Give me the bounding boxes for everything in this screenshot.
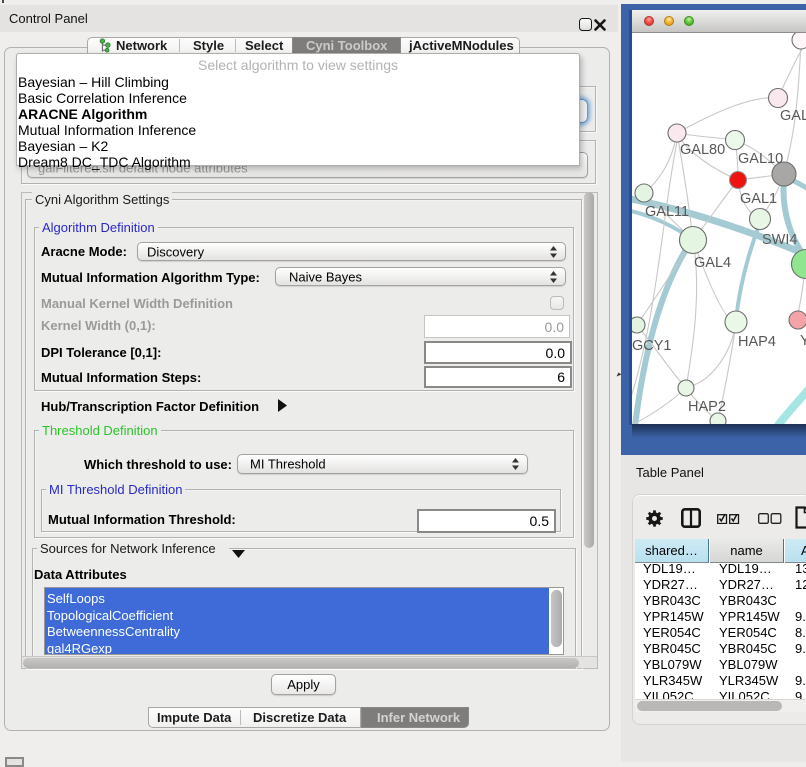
svg-text:HAP4: HAP4 <box>738 334 776 350</box>
svg-text:GAL11: GAL11 <box>645 204 689 220</box>
svg-text:GAL1: GAL1 <box>740 191 777 207</box>
svg-text:GAL4: GAL4 <box>694 255 731 271</box>
svg-text:GAL2: GAL2 <box>780 108 806 124</box>
svg-text:SWI4: SWI4 <box>762 232 797 248</box>
svg-text:GCY1: GCY1 <box>632 338 672 354</box>
svg-text:GAL10: GAL10 <box>738 151 783 167</box>
svg-text:GAL80: GAL80 <box>680 142 725 158</box>
svg-text:HAP2: HAP2 <box>688 399 726 415</box>
svg-text:YB: YB <box>800 333 806 349</box>
